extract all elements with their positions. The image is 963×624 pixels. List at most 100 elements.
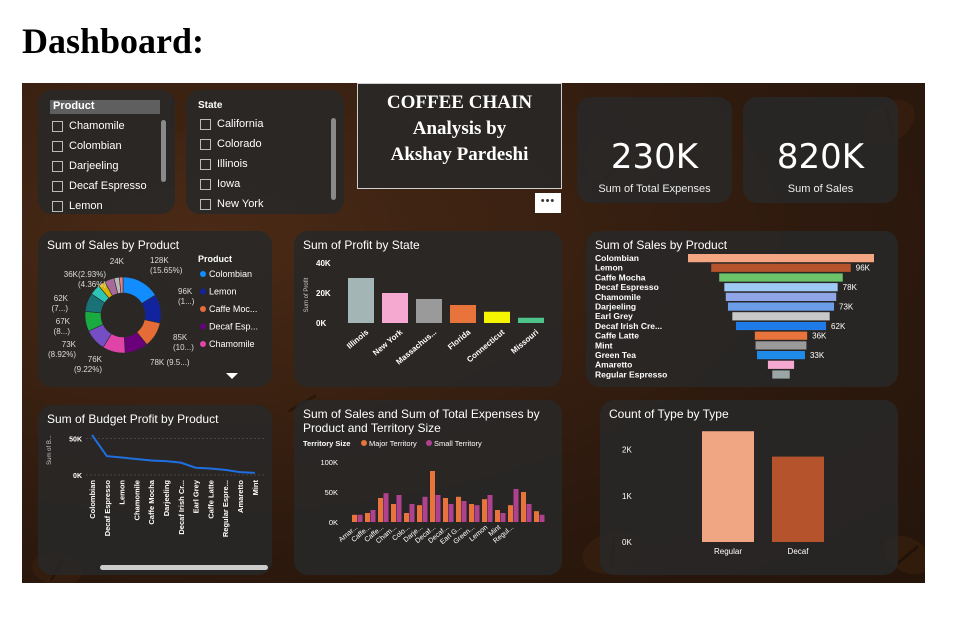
category-label: Darjeeling (595, 302, 636, 312)
report-title-line1: COFFEE CHAIN (386, 92, 533, 113)
donut-data-label: 96K (178, 287, 193, 296)
product-option-colombian[interactable]: Colombian (52, 140, 122, 152)
product-slicer-header: Product (50, 100, 160, 114)
chart-card-sales-expenses[interactable]: Sum of Sales and Sum of Total Expenses b… (294, 400, 562, 575)
checkbox-icon[interactable] (52, 120, 63, 132)
bar (500, 513, 506, 522)
category-label: Regular Espresso (595, 369, 667, 379)
bar (495, 510, 500, 522)
data-label: 78K (843, 283, 858, 292)
bar-chart[interactable]: 40K20K0KSum of ProfitIllinois New YorkMas… (294, 231, 562, 387)
legend-marker (200, 271, 206, 277)
state-option-new-york[interactable]: New York (200, 198, 263, 210)
state-slicer[interactable]: State California Colorado Illinois Iowa … (186, 90, 344, 214)
funnel-bar (711, 263, 851, 272)
donut-data-label: (9.22%) (74, 365, 102, 374)
state-option-illinois[interactable]: Illinois (200, 158, 248, 170)
chart-card-type-count[interactable]: Count of Type by Type 2K 1K 0K Regular Decaf (600, 400, 898, 575)
funnel-bar (727, 302, 835, 311)
state-slicer-scrollbar[interactable] (331, 118, 336, 200)
checkbox-icon[interactable] (52, 180, 63, 192)
bar (461, 501, 467, 522)
bar (404, 513, 409, 522)
bar (370, 510, 376, 522)
chart-card-budget-profit[interactable]: Sum of Budget Profit by Product 50K 0K Sum… (38, 405, 272, 575)
category-label: Colombian (595, 253, 639, 263)
checkbox-icon[interactable] (200, 178, 211, 190)
y-axis-label: Sum of Profit (304, 277, 310, 312)
y-axis-label: Sum of B... (47, 435, 53, 465)
bar (357, 514, 363, 522)
funnel-bar (732, 312, 830, 321)
checkbox-icon[interactable] (52, 140, 63, 152)
legend-title: Territory Size (303, 439, 350, 448)
category-label: Chamomile (595, 292, 641, 302)
more-options-button[interactable]: ••• (535, 193, 561, 213)
bar (526, 504, 532, 522)
category-label: Mint (595, 340, 613, 350)
bar (365, 513, 370, 522)
bar (396, 495, 402, 522)
donut-data-label: (15.65%) (150, 266, 183, 275)
bar (435, 495, 441, 522)
chart-card-profit-by-state[interactable]: Sum of Profit by State 40K 20K 0K Sum of Pr… (294, 231, 562, 387)
bar-chart[interactable]: 2K 1K 0K Regular Decaf (600, 400, 898, 575)
bar (450, 305, 476, 323)
product-option-chamomile[interactable]: Chamomile (52, 120, 125, 132)
clustered-bar-chart[interactable]: Territory Size Major Territory Small Terri… (294, 400, 562, 575)
checkbox-icon[interactable] (200, 198, 211, 210)
funnel-bar (754, 331, 808, 340)
bar (521, 492, 526, 522)
bar (474, 505, 480, 522)
product-option-darjeeling[interactable]: Darjeeling (52, 160, 119, 172)
kpi-card-total-expenses: 230K Sum of Total Expenses (577, 97, 732, 203)
funnel-bar (688, 254, 874, 263)
checkbox-icon[interactable] (200, 158, 211, 170)
bar (430, 471, 435, 522)
category-label: Earl Grey (595, 311, 633, 321)
state-option-iowa[interactable]: Iowa (200, 178, 240, 190)
report-title-box: COFFEE CHAIN Analysis by Akshay Pardeshi (357, 83, 562, 189)
funnel-bar (719, 273, 843, 282)
state-option-california[interactable]: California (200, 118, 263, 130)
bar (772, 456, 824, 542)
report-title-line2: Analysis by (412, 118, 507, 139)
data-label: 73K (839, 303, 854, 312)
donut-data-label: 73K (62, 340, 77, 349)
x-tick-label: Regular (714, 547, 742, 556)
category-label: Decaf Espresso (595, 282, 659, 292)
x-tick-label: Chamomile (132, 480, 141, 520)
donut-data-label: 128K (150, 256, 169, 265)
line-chart[interactable]: 50K 0K Sum of B... Colombian Decaf Espresso L… (38, 405, 272, 575)
chart-card-sales-funnel[interactable]: Sum of Sales by Product Colombian Lemon 96… (586, 231, 898, 387)
x-tick-label: Decaf (788, 547, 810, 556)
product-option-lemon[interactable]: Lemon (52, 200, 103, 212)
donut-data-label: 62K (54, 294, 69, 303)
legend-marker (200, 288, 206, 295)
product-slicer-scrollbar[interactable] (161, 120, 166, 182)
funnel-chart[interactable]: ColombianLemon 96K Caffe MochaDecaf Espres… (586, 231, 898, 387)
donut-data-label: 24K (110, 257, 125, 266)
product-slicer[interactable]: Product Chamomile Colombian Darjeeling D… (38, 90, 175, 214)
donut-data-label: (7...) (52, 304, 69, 313)
donut-data-label: 78K (9.5...) (150, 358, 190, 367)
checkbox-icon[interactable] (200, 138, 211, 150)
x-tick-label: Caffe Latte (206, 480, 215, 519)
checkbox-icon[interactable] (52, 200, 63, 212)
bar (487, 495, 493, 522)
checkbox-icon[interactable] (200, 118, 211, 130)
kpi-card-sales: 820K Sum of Sales (743, 97, 898, 203)
checkbox-icon[interactable] (52, 160, 63, 172)
chart-card-sales-by-product-donut[interactable]: Sum of Sales by Product 128K (15.65%) 96K(… (38, 231, 272, 387)
state-slicer-header: State (198, 100, 223, 111)
funnel-bar (725, 292, 837, 301)
bar (443, 498, 448, 522)
state-option-colorado[interactable]: Colorado (200, 138, 262, 150)
bar (508, 505, 513, 522)
bar (513, 489, 519, 522)
funnel-bar (767, 360, 795, 369)
y-tick-label: 0K (73, 473, 82, 480)
product-option-decaf-espresso[interactable]: Decaf Espresso (52, 180, 147, 192)
legend-marker (361, 440, 367, 446)
donut-chart[interactable]: 128K(15.65%) 96K(1...) 85K(10...) 78K (9.5.… (38, 231, 272, 387)
